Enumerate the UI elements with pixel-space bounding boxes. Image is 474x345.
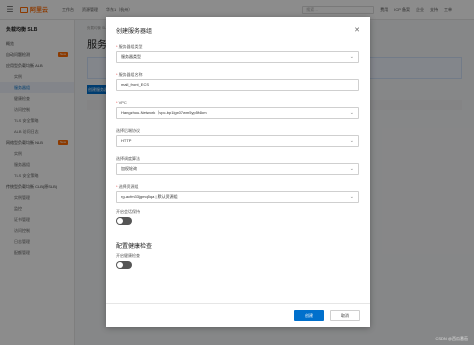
chevron-down-icon: ⌄	[349, 194, 354, 200]
field-protocol: 选择后端协议 HTTP ⌄	[116, 127, 360, 147]
toggle-knob	[117, 262, 123, 268]
chevron-down-icon: ⌄	[349, 110, 354, 116]
group-name-input[interactable]: mall_front_ECS	[116, 79, 359, 91]
close-icon[interactable]: ✕	[354, 27, 360, 34]
protocol-select[interactable]: HTTP ⌄	[116, 135, 359, 147]
field-label: *服务器组类型	[116, 44, 143, 49]
health-check-toggle[interactable]	[116, 261, 132, 269]
dialog-footer: 创建 取消	[106, 303, 370, 327]
session-persistence-toggle[interactable]	[116, 217, 132, 225]
field-label: 选择后端协议	[116, 128, 140, 133]
field-vpc: *VPC Hangzhou-Network（vpc-bp1lgx07wm5yp5…	[116, 99, 360, 119]
create-button[interactable]: 创建	[294, 310, 324, 321]
field-label: *选择资源组	[116, 184, 139, 189]
dialog-header: 创建服务器组 ✕	[106, 17, 370, 43]
dialog-body: *服务器组类型 服务器类型 ⌄ *服务器组名称 mall_front_ECS *V…	[106, 43, 370, 269]
health-check-label: 开启健康检查	[116, 253, 140, 258]
chevron-down-icon: ⌄	[349, 166, 354, 172]
toggle-knob	[117, 218, 123, 224]
chevron-down-icon: ⌄	[349, 54, 354, 60]
group-type-select[interactable]: 服务器类型 ⌄	[116, 51, 359, 63]
health-check-section-title: 配置健康检查	[116, 244, 153, 250]
field-algorithm: 选择调度算法 加权轮询 ⌄	[116, 155, 360, 175]
field-label: 选择调度算法	[116, 156, 140, 161]
session-persistence-label: 开启会话保持	[116, 209, 140, 214]
algorithm-select[interactable]: 加权轮询 ⌄	[116, 163, 359, 175]
create-server-group-dialog: 创建服务器组 ✕ *服务器组类型 服务器类型 ⌄ *服务器组名称 mall_fro…	[106, 17, 370, 327]
field-resource-group: *选择资源组 rg-acfm33jgmq5qa | 默认资源组 ⌄	[116, 183, 360, 203]
resource-group-select[interactable]: rg-acfm33jgmq5qa | 默认资源组 ⌄	[116, 191, 359, 203]
cancel-button[interactable]: 取消	[330, 310, 360, 321]
vpc-select[interactable]: Hangzhou-Network（vpc-bp1lgx07wm5yp5f4km ⌄	[116, 107, 359, 119]
watermark: CSDN @西瓜番茄	[435, 336, 468, 341]
field-group-name: *服务器组名称 mall_front_ECS	[116, 71, 360, 91]
dialog-title: 创建服务器组	[116, 28, 153, 35]
field-label: *服务器组名称	[116, 72, 143, 77]
field-label: *VPC	[116, 100, 127, 105]
chevron-down-icon: ⌄	[349, 138, 354, 144]
field-group-type: *服务器组类型 服务器类型 ⌄	[116, 43, 360, 63]
